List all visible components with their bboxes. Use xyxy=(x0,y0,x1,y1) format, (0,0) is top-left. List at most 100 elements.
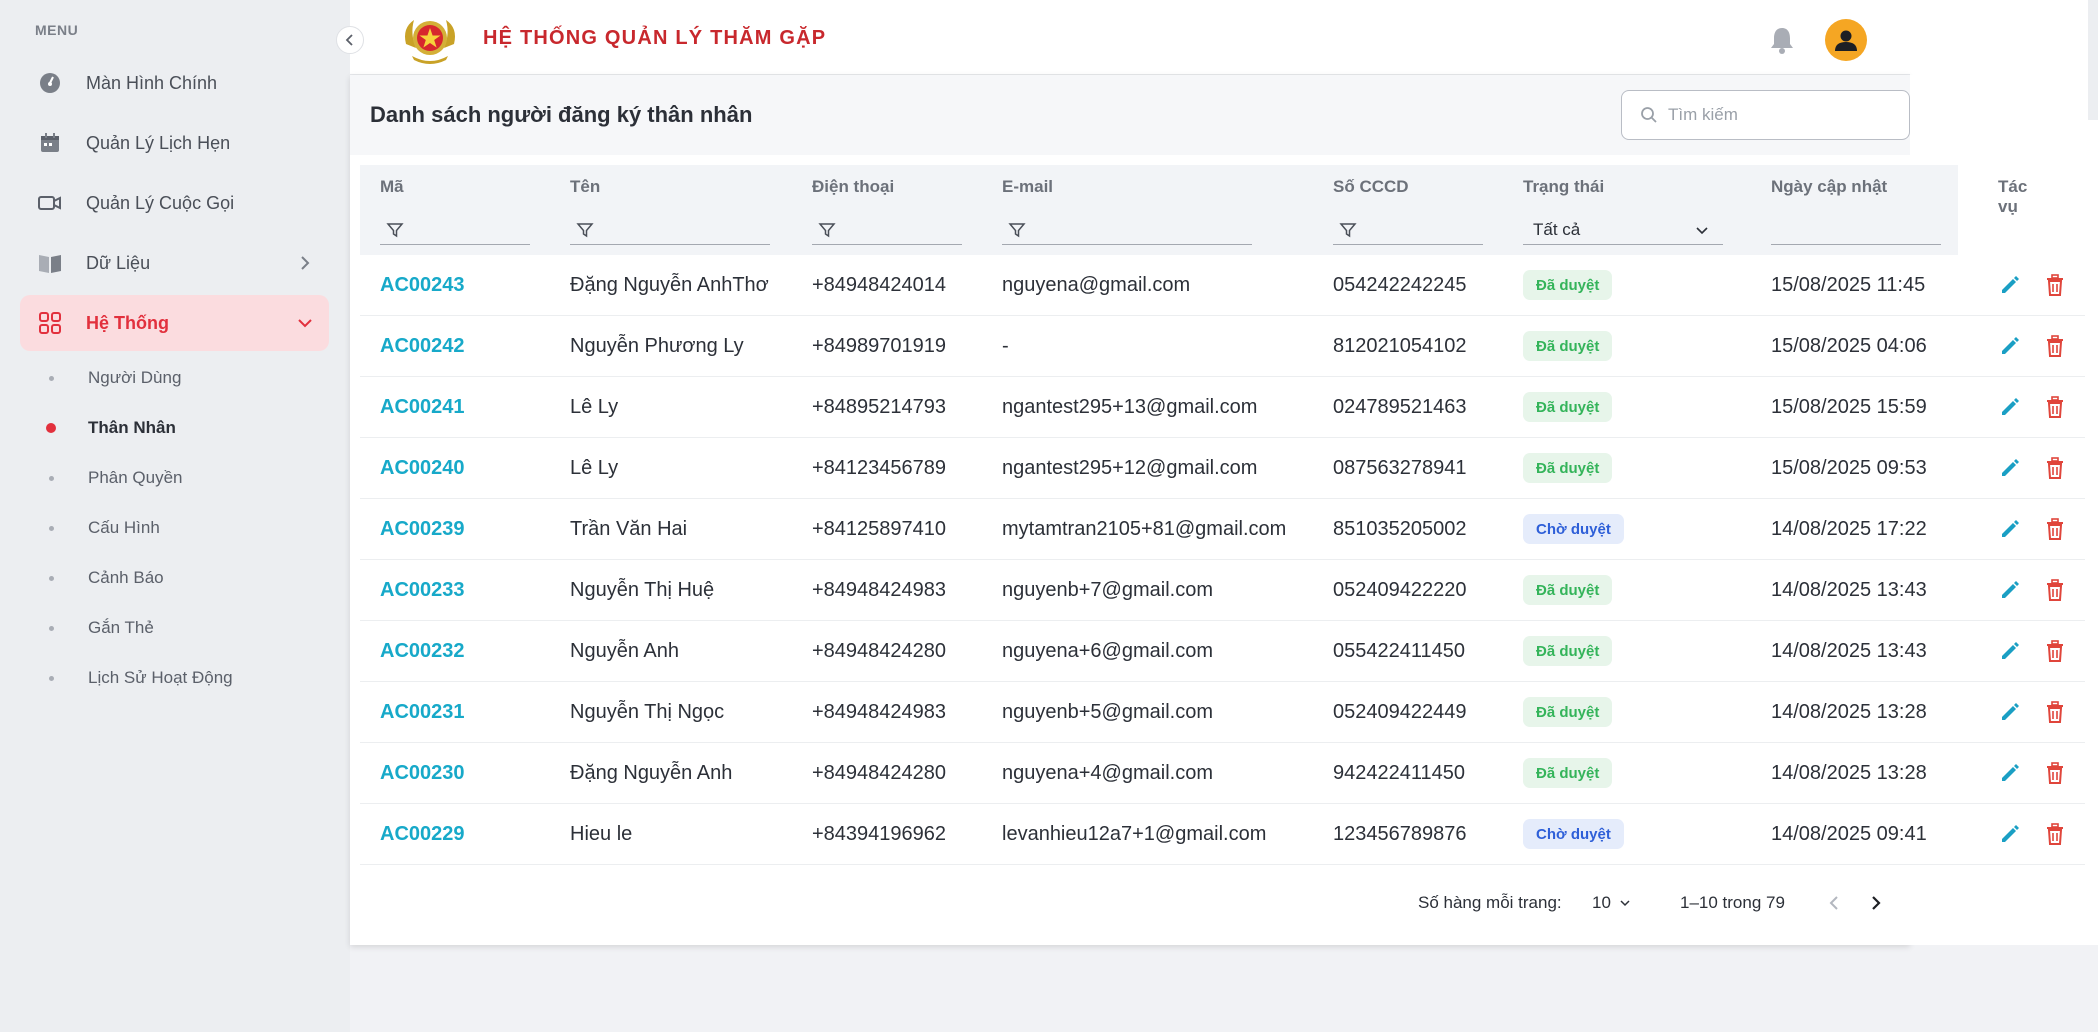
sidebar-subitem-activity-log[interactable]: Lịch Sử Hoạt Động xyxy=(36,663,233,693)
delete-icon[interactable] xyxy=(2042,333,2068,359)
sidebar-subitem-tags[interactable]: Gắn Thẻ xyxy=(36,613,154,643)
sidebar-subitem-permissions[interactable]: Phân Quyền xyxy=(36,463,183,493)
edit-icon[interactable] xyxy=(1997,699,2023,725)
sidebar-subitem-alerts[interactable]: Cảnh Báo xyxy=(36,563,164,593)
sidebar-item-calls[interactable]: Quản Lý Cuộc Gọi xyxy=(20,175,329,231)
filter-name[interactable] xyxy=(570,215,770,245)
cccd-cell: 123456789876 xyxy=(1333,823,1467,845)
column-header-cccd[interactable]: Số CCCD xyxy=(1333,177,1409,197)
sidebar-subitem-label: Người Dùng xyxy=(88,368,182,387)
calendar-icon xyxy=(36,129,64,157)
cccd-cell: 851035205002 xyxy=(1333,518,1467,540)
scrollbar-track[interactable] xyxy=(2088,0,2098,120)
sidebar-subitem-label: Lịch Sử Hoạt Động xyxy=(88,668,233,687)
column-header-phone[interactable]: Điện thoại xyxy=(812,177,894,197)
edit-icon[interactable] xyxy=(1997,394,2023,420)
code-link[interactable]: AC00229 xyxy=(380,823,465,846)
avatar[interactable] xyxy=(1825,19,1867,61)
cccd-cell: 052409422220 xyxy=(1333,579,1467,601)
cccd-cell: 054242242245 xyxy=(1333,274,1467,296)
edit-icon[interactable] xyxy=(1997,272,2023,298)
edit-icon[interactable] xyxy=(1997,577,2023,603)
sidebar-item-label: Dữ Liệu xyxy=(86,252,151,273)
edit-icon[interactable] xyxy=(1997,638,2023,664)
previous-page-button[interactable] xyxy=(1826,894,1842,917)
phone-cell: +84123456789 xyxy=(812,457,947,479)
email-cell: nguyena+4@gmail.com xyxy=(1002,762,1213,784)
column-header-status[interactable]: Trạng thái xyxy=(1523,177,1604,197)
code-link[interactable]: AC00240 xyxy=(380,457,465,480)
app-title: HỆ THỐNG QUẢN LÝ THĂM GẶP xyxy=(483,27,827,49)
chevron-left-icon xyxy=(1829,896,1838,910)
dashboard-icon xyxy=(36,69,64,97)
column-header-code[interactable]: Mã xyxy=(380,177,404,197)
code-link[interactable]: AC00241 xyxy=(380,396,465,419)
filter-phone[interactable] xyxy=(812,215,962,245)
sidebar-subitem-config[interactable]: Cấu Hình xyxy=(36,513,160,543)
sidebar: MENU Màn Hình Chính Quản Lý Lịch Hẹn Quả… xyxy=(0,0,350,1032)
updated-cell: 14/08/2025 13:43 xyxy=(1771,640,1927,662)
delete-icon[interactable] xyxy=(2042,699,2068,725)
column-header-name[interactable]: Tên xyxy=(570,177,600,197)
collapse-sidebar-button[interactable] xyxy=(336,26,364,54)
next-page-button[interactable] xyxy=(1868,894,1884,917)
name-cell: Nguyễn Thị Huệ xyxy=(570,579,715,601)
delete-icon[interactable] xyxy=(2042,577,2068,603)
sidebar-item-label: Quản Lý Lịch Hẹn xyxy=(86,132,231,153)
chevron-right-icon xyxy=(1872,896,1881,910)
code-link[interactable]: AC00230 xyxy=(380,762,465,785)
delete-icon[interactable] xyxy=(2042,394,2068,420)
filter-cccd[interactable] xyxy=(1333,215,1483,245)
table-row: AC00239 Trần Văn Hai +84125897410 mytamtran… xyxy=(360,499,2085,560)
rows-per-page-label: Số hàng mỗi trang: xyxy=(1418,893,1562,912)
table-row: AC00242 Nguyễn Phương Ly +84989701919 - 8120… xyxy=(360,316,2085,377)
code-link[interactable]: AC00242 xyxy=(380,335,465,358)
sidebar-subitem-relatives[interactable]: Thân Nhân xyxy=(36,413,176,443)
filter-icon xyxy=(1008,222,1026,237)
grid-icon xyxy=(36,309,64,337)
edit-icon[interactable] xyxy=(1997,455,2023,481)
edit-icon[interactable] xyxy=(1997,821,2023,847)
sidebar-item-data[interactable]: Dữ Liệu xyxy=(20,235,329,291)
filter-code[interactable] xyxy=(380,215,530,245)
delete-icon[interactable] xyxy=(2042,272,2068,298)
delete-icon[interactable] xyxy=(2042,821,2068,847)
filter-email[interactable] xyxy=(1002,215,1252,245)
cccd-cell: 055422411450 xyxy=(1333,640,1465,662)
code-link[interactable]: AC00239 xyxy=(380,518,465,541)
code-link[interactable]: AC00243 xyxy=(380,274,465,297)
delete-icon[interactable] xyxy=(2042,760,2068,786)
notification-bell-icon[interactable] xyxy=(1768,25,1796,55)
email-cell: mytamtran2105+81@gmail.com xyxy=(1002,518,1287,540)
column-header-updated[interactable]: Ngày cập nhật xyxy=(1771,177,1887,197)
sidebar-item-appointments[interactable]: Quản Lý Lịch Hẹn xyxy=(20,115,329,171)
search-input[interactable]: Tìm kiếm xyxy=(1621,90,1910,140)
edit-icon[interactable] xyxy=(1997,516,2023,542)
status-badge: Đã duyệt xyxy=(1523,453,1613,483)
cccd-cell: 087563278941 xyxy=(1333,457,1467,479)
sidebar-item-dashboard[interactable]: Màn Hình Chính xyxy=(20,55,329,111)
filter-updated[interactable] xyxy=(1771,215,1941,245)
delete-icon[interactable] xyxy=(2042,638,2068,664)
status-badge: Đã duyệt xyxy=(1523,575,1613,605)
column-header-email[interactable]: E-mail xyxy=(1002,177,1053,197)
edit-icon[interactable] xyxy=(1997,760,2023,786)
code-link[interactable]: AC00232 xyxy=(380,640,465,663)
status-filter-select[interactable]: Tất cả xyxy=(1523,215,1723,245)
name-cell: Nguyễn Anh xyxy=(570,640,679,662)
code-link[interactable]: AC00231 xyxy=(380,701,465,724)
phone-cell: +84948424983 xyxy=(812,579,947,601)
rows-per-page-select[interactable]: 10 xyxy=(1592,893,1631,913)
code-link[interactable]: AC00233 xyxy=(380,579,465,602)
bullet-icon xyxy=(49,375,54,381)
sidebar-subitem-users[interactable]: Người Dùng xyxy=(36,363,181,393)
delete-icon[interactable] xyxy=(2042,516,2068,542)
updated-cell: 14/08/2025 13:28 xyxy=(1771,701,1927,723)
card-header: Danh sách người đăng ký thân nhân Tìm ki… xyxy=(350,75,1910,155)
updated-cell: 15/08/2025 09:53 xyxy=(1771,457,1927,479)
updated-cell: 15/08/2025 04:06 xyxy=(1771,335,1927,357)
delete-icon[interactable] xyxy=(2042,455,2068,481)
edit-icon[interactable] xyxy=(1997,333,2023,359)
cccd-cell: 052409422449 xyxy=(1333,701,1467,723)
sidebar-item-system[interactable]: Hệ Thống xyxy=(20,295,329,351)
